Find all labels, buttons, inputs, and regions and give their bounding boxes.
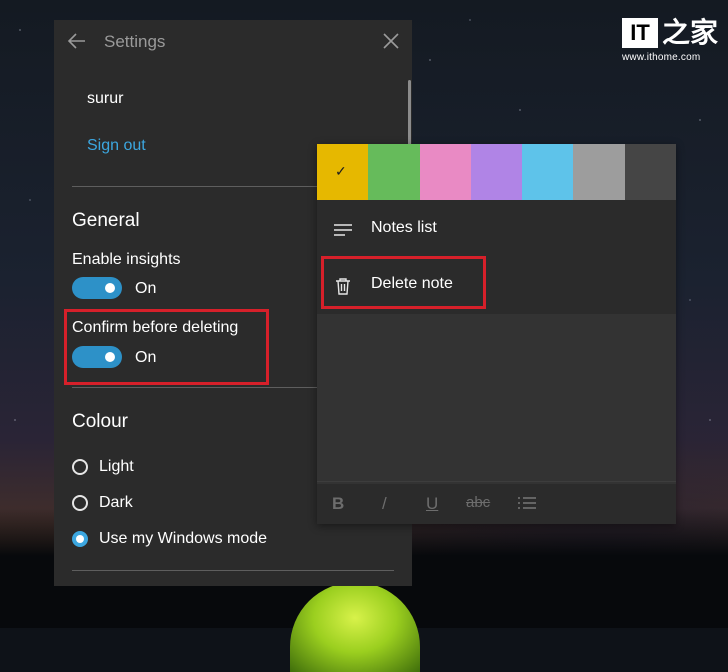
notes-list-item[interactable]: Notes list bbox=[317, 204, 676, 256]
bullet-list-icon[interactable] bbox=[516, 494, 538, 514]
swatch-pink[interactable] bbox=[419, 144, 471, 200]
radio-windows-mode[interactable]: Use my Windows mode bbox=[72, 530, 267, 548]
swatch-purple[interactable] bbox=[470, 144, 523, 200]
swatch-yellow[interactable]: ✓ bbox=[317, 144, 369, 200]
toggle-knob bbox=[105, 283, 115, 293]
note-context-menu: ✓ Notes list Delete note B / U abc bbox=[317, 144, 676, 524]
swatch-gray[interactable] bbox=[573, 144, 625, 200]
toolbar-divider bbox=[317, 481, 676, 482]
strikethrough-button[interactable]: abc bbox=[466, 494, 490, 514]
radio-dark[interactable]: Dark bbox=[72, 494, 133, 512]
highlight-confirm-delete bbox=[64, 309, 269, 385]
note-body-area[interactable] bbox=[317, 314, 676, 484]
highlight-delete-note bbox=[321, 256, 486, 309]
divider bbox=[72, 570, 394, 571]
swatch-blue[interactable] bbox=[522, 144, 574, 200]
italic-button[interactable]: / bbox=[382, 494, 387, 514]
close-icon[interactable] bbox=[380, 30, 402, 52]
swatch-charcoal[interactable] bbox=[624, 144, 676, 200]
swatch-green[interactable] bbox=[368, 144, 420, 200]
enable-insights-label: Enable insights bbox=[72, 251, 181, 268]
radio-dark-label: Dark bbox=[99, 494, 133, 511]
ithome-watermark: IT 之家 www.ithome.com bbox=[622, 18, 718, 63]
sign-out-link[interactable]: Sign out bbox=[87, 137, 146, 155]
watermark-logo: IT 之家 bbox=[622, 18, 718, 48]
underline-button[interactable]: U bbox=[426, 494, 438, 514]
check-icon: ✓ bbox=[335, 163, 347, 179]
general-heading: General bbox=[72, 210, 140, 231]
enable-insights-state: On bbox=[135, 280, 157, 297]
radio-button[interactable] bbox=[72, 459, 88, 475]
radio-button[interactable] bbox=[72, 495, 88, 511]
settings-title: Settings bbox=[104, 32, 166, 51]
watermark-logo-char: 之家 bbox=[662, 17, 719, 48]
colour-swatches: ✓ bbox=[317, 144, 676, 200]
list-icon bbox=[334, 224, 352, 236]
radio-light-label: Light bbox=[99, 458, 134, 475]
radio-button-selected[interactable] bbox=[72, 531, 88, 547]
radio-light[interactable]: Light bbox=[72, 458, 134, 476]
watermark-url: www.ithome.com bbox=[622, 52, 701, 63]
user-name: surur bbox=[87, 90, 124, 107]
radio-windows-mode-label: Use my Windows mode bbox=[99, 530, 268, 547]
back-arrow-icon[interactable] bbox=[66, 30, 88, 52]
enable-insights-toggle[interactable] bbox=[72, 277, 122, 299]
colour-heading: Colour bbox=[72, 411, 128, 432]
settings-header: Settings bbox=[54, 20, 412, 64]
bold-button[interactable]: B bbox=[332, 494, 344, 514]
watermark-logo-box: IT bbox=[622, 18, 658, 48]
notes-list-label: Notes list bbox=[371, 219, 437, 236]
